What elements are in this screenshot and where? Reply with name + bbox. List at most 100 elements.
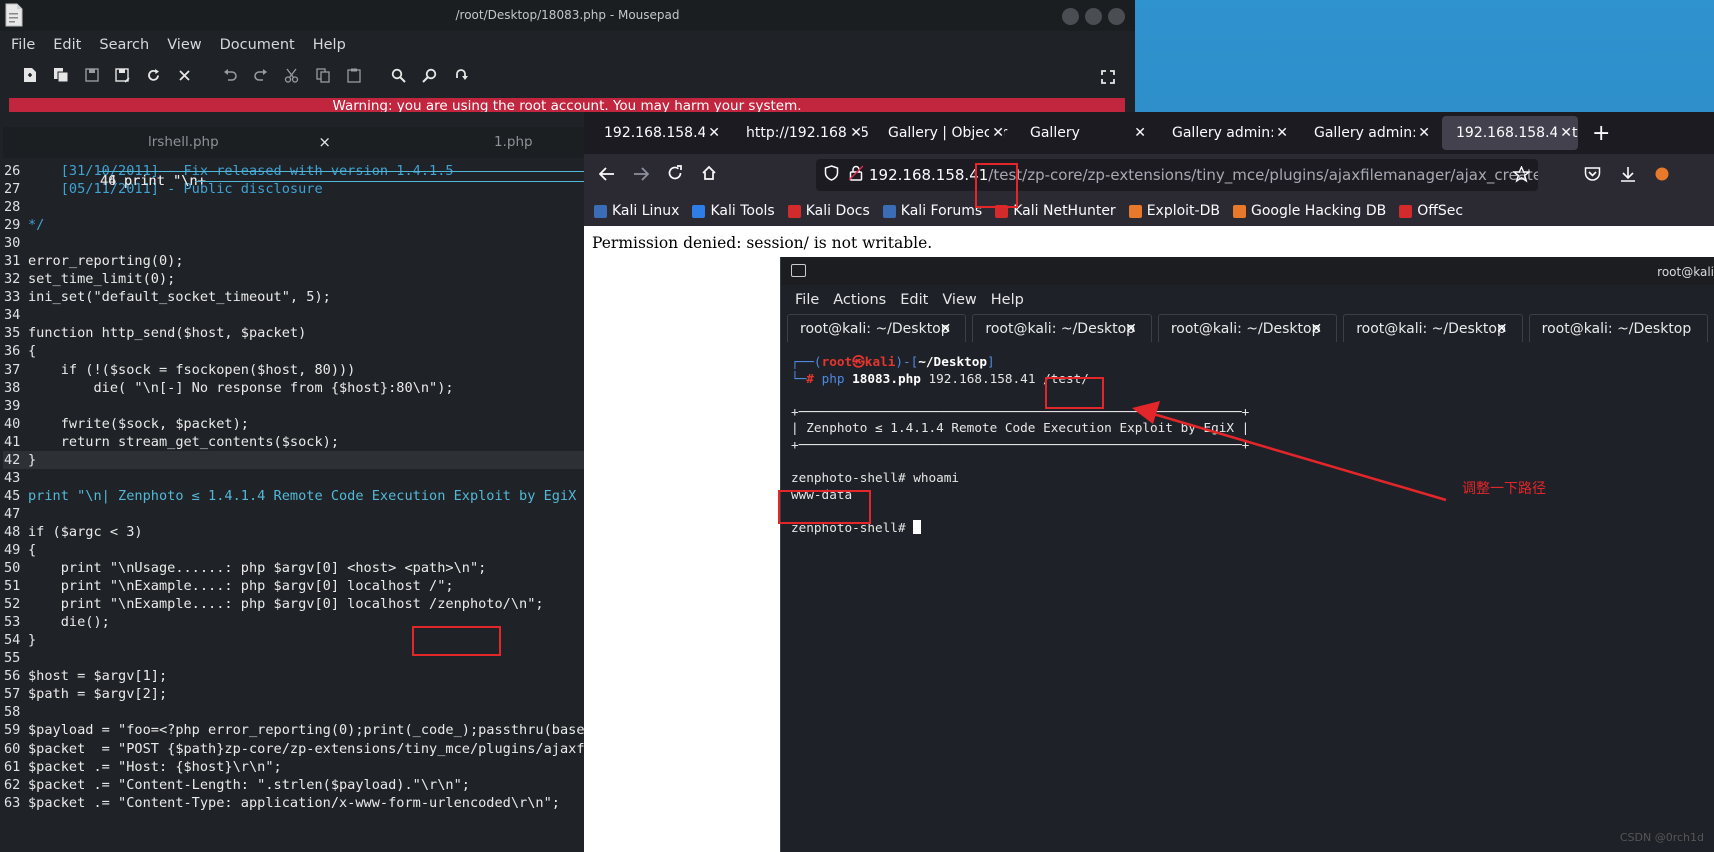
prompt-line-1: ┌──(root㉿kali)-[~/Desktop] [791, 354, 995, 369]
line-number: 40 [4, 415, 21, 432]
browser-tab[interactable]: 192.168.158.41/✕ [590, 116, 726, 150]
tab-lrshell[interactable]: lrshell.php × [3, 127, 339, 158]
close-icon[interactable]: ✕ [1131, 116, 1146, 150]
bookmark-favicon-icon [1128, 204, 1142, 218]
address-bar[interactable]: 192.168.158.41 /test/zp-core/zp-extensio… [816, 159, 1538, 191]
menu-help[interactable]: Help [313, 37, 346, 53]
bookmark-item[interactable]: Kali Forums [882, 203, 982, 219]
browser-tab[interactable]: Gallery ✕ [1016, 116, 1152, 150]
bookmark-item[interactable]: Google Hacking DB [1232, 203, 1386, 219]
menu-document[interactable]: Document [220, 37, 295, 53]
line-number: 29 [4, 217, 21, 234]
menu-edit[interactable]: Edit [900, 292, 928, 308]
browser-tab[interactable]: http://192.168.15 ✕ [732, 116, 868, 150]
tab-1php[interactable]: 1.php [339, 127, 539, 158]
line-number: 52 [4, 596, 21, 613]
terminal-output[interactable]: ┌──(root㉿kali)-[~/Desktop] └─# php 18083… [781, 354, 1714, 537]
minimize-button[interactable] [1062, 8, 1079, 25]
line-number: 61 [4, 758, 21, 775]
close-icon[interactable]: ✕ [989, 116, 1004, 150]
bookmark-item[interactable]: OffSec [1399, 203, 1463, 219]
reload-icon[interactable] [138, 62, 169, 88]
bookmark-item[interactable]: Kali Docs [787, 203, 870, 219]
browser-tab[interactable]: Gallery | Object r ✕ [874, 116, 1010, 150]
save-as-icon[interactable] [107, 62, 138, 88]
menu-edit[interactable]: Edit [53, 37, 81, 53]
shell-prompt-line: zenphoto-shell# [781, 519, 1714, 537]
undo-icon[interactable] [214, 62, 245, 88]
menu-file[interactable]: File [11, 37, 35, 53]
root-warning-bar: Warning: you are using the root account.… [9, 98, 1125, 112]
menu-file[interactable]: File [795, 292, 819, 308]
close-icon[interactable]: ✕ [1415, 116, 1430, 150]
new-window-icon[interactable] [45, 62, 76, 88]
terminal-tab[interactable]: root@kali: ~/Desktop ✕ [1343, 314, 1523, 343]
code-text: if ($argc < 3) [28, 523, 143, 540]
redo-icon[interactable] [245, 62, 276, 88]
command-line: └─# php 18083.php 192.168.158.41 /test/ [791, 370, 1089, 386]
find-icon[interactable] [383, 62, 414, 88]
copy-icon[interactable] [307, 62, 338, 88]
browser-tab[interactable]: 192.168.158.41/t ✕ [1442, 116, 1578, 150]
menu-help[interactable]: Help [991, 292, 1024, 308]
back-arrow-icon[interactable] [590, 165, 624, 186]
extension-icon[interactable] [1654, 166, 1670, 186]
home-icon[interactable] [692, 165, 726, 186]
terminal-titlebar[interactable]: root@kali [781, 257, 1714, 285]
close-icon[interactable]: ✕ [1557, 116, 1572, 150]
menu-actions[interactable]: Actions [833, 292, 886, 308]
close-icon[interactable]: ✕ [1273, 116, 1288, 150]
new-tab-plus-icon[interactable]: + [1592, 121, 1610, 146]
terminal-tab[interactable]: root@kali: ~/Desktop ✕ [972, 314, 1152, 343]
menu-view[interactable]: View [942, 292, 976, 308]
close-icon[interactable]: ✕ [847, 116, 862, 150]
save-icon[interactable] [76, 62, 107, 88]
close-icon[interactable]: ✕ [1310, 315, 1322, 343]
forward-arrow-icon[interactable] [624, 165, 658, 186]
paste-icon[interactable] [338, 62, 369, 88]
go-to-line-icon[interactable] [445, 62, 476, 88]
cut-icon[interactable] [276, 62, 307, 88]
line-number: 36 [4, 343, 21, 360]
browser-tab[interactable]: Gallery admin: o ✕ [1158, 116, 1294, 150]
code-text: print "\nUsage......: php $argv[0] <host… [28, 560, 487, 577]
close-icon[interactable]: ✕ [705, 116, 720, 150]
menu-search[interactable]: Search [99, 37, 149, 53]
line-number: 55 [4, 650, 21, 667]
bookmark-item[interactable]: Kali Linux [594, 203, 679, 219]
close-button[interactable] [1108, 8, 1125, 25]
terminal-tab[interactable]: root@kali: ~/Desktop ✕ [787, 314, 967, 343]
line-number: 46 [100, 173, 117, 189]
browser-tab[interactable]: Gallery admin: o ✕ [1300, 116, 1436, 150]
menu-bar: File Edit Search View Document Help [0, 31, 1135, 59]
downloads-icon[interactable] [1620, 166, 1636, 187]
fullscreen-icon[interactable] [1092, 64, 1123, 90]
menu-view[interactable]: View [167, 37, 201, 53]
close-icon[interactable]: ✕ [1496, 315, 1508, 343]
new-document-icon[interactable] [14, 62, 45, 88]
tracking-shield-icon[interactable] [824, 165, 839, 185]
bookmark-star-icon[interactable] [1511, 165, 1532, 187]
bookmark-item[interactable]: Kali Tools [692, 203, 775, 219]
insecure-lock-icon[interactable] [848, 165, 864, 185]
code-text: print "\n| Zenphoto ≤ 1.4.1.4 Remote Cod… [28, 487, 577, 504]
reload-icon[interactable] [658, 164, 692, 186]
terminal-tab[interactable]: root@kali: ~/Desktop ✕ [1157, 314, 1338, 343]
mousepad-titlebar[interactable]: /root/Desktop/18083.php - Mousepad [0, 0, 1135, 31]
bookmark-item[interactable]: Exploit-DB [1128, 203, 1220, 219]
close-icon[interactable]: ✕ [1125, 315, 1137, 343]
bookmarks-toolbar: Kali Linux Kali Tools Kali Docs Kali Forums… [584, 196, 1714, 226]
find-replace-icon[interactable] [414, 62, 445, 88]
bookmark-favicon-icon [787, 204, 801, 218]
terminal-tab[interactable]: root@kali: ~/Desktop [1528, 314, 1709, 342]
maximize-button[interactable] [1085, 8, 1102, 25]
close-icon[interactable]: ✕ [940, 315, 952, 343]
pocket-icon[interactable] [1584, 166, 1601, 186]
line-number: 58 [4, 704, 21, 721]
line-number: 38 [4, 379, 21, 396]
tab-close-icon[interactable]: × [318, 127, 331, 158]
bookmark-favicon-icon [1399, 204, 1413, 218]
close-document-icon[interactable] [169, 62, 200, 88]
terminal-tab-label: root@kali: ~/Desktop [985, 321, 1136, 337]
